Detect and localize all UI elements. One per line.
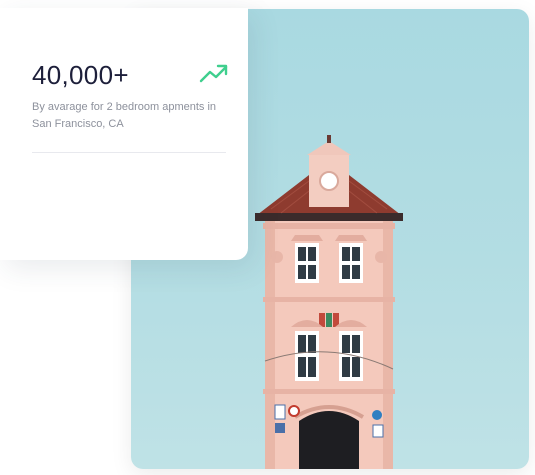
trending-up-icon (199, 64, 228, 83)
divider (32, 152, 226, 153)
stat-description: By avarage for 2 bedroom apments in San … (32, 101, 217, 130)
price-stat-card: 40,000+ By avarage for 2 bedroom apments… (0, 8, 248, 260)
stat-value: 40,000+ (32, 60, 129, 90)
